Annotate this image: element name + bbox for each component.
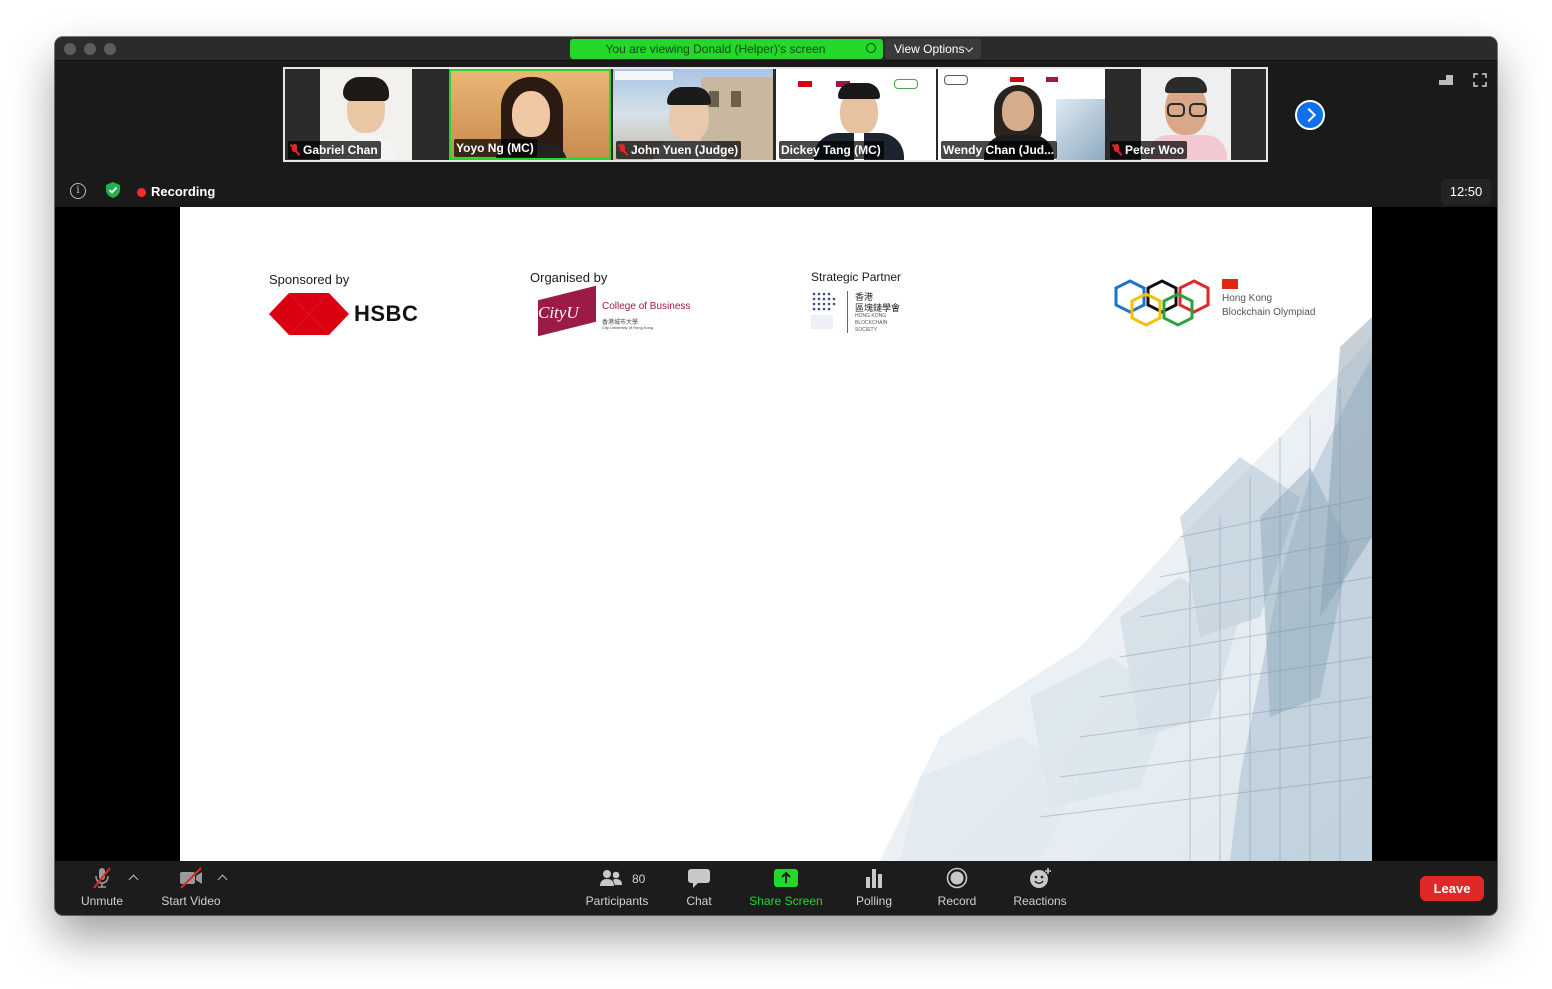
participants-count: 80 xyxy=(632,872,646,886)
zoom-window: You are viewing Donald (Helper)'s screen… xyxy=(55,37,1497,915)
fullscreen-icon[interactable] xyxy=(1472,73,1488,87)
share-screen-icon xyxy=(774,869,798,887)
participant-name-label: Gabriel Chan xyxy=(288,141,381,159)
partner-english-1: HONG KONG xyxy=(855,313,887,319)
participant-tile[interactable]: Yoyo Ng (MC) xyxy=(449,69,611,160)
record-icon xyxy=(946,867,968,889)
cityu-logo-text: CityU xyxy=(538,303,579,322)
unmute-button[interactable]: Unmute xyxy=(71,861,133,915)
participant-tile[interactable]: John Yuen (Judge) xyxy=(613,69,773,160)
close-window-button[interactable] xyxy=(64,43,76,55)
speaker-view-icon[interactable] xyxy=(1438,73,1454,87)
meeting-clock: 12:50 xyxy=(1441,179,1491,205)
participant-strip: Gabriel Chan Yoyo Ng (MC) John Yuen (Jud… xyxy=(283,67,1268,162)
record-label: Record xyxy=(937,894,977,908)
participant-tile[interactable]: Gabriel Chan xyxy=(285,69,447,160)
hk-flag-icon xyxy=(1222,279,1238,289)
share-screen-label: Share Screen xyxy=(749,894,823,908)
view-options-button[interactable]: View Options xyxy=(885,39,981,59)
start-video-label: Start Video xyxy=(161,894,221,908)
olympiad-line-1: Hong Kong xyxy=(1222,293,1273,304)
sponsored-by-label: Sponsored by xyxy=(269,272,350,287)
mic-muted-icon xyxy=(290,144,299,156)
reactions-label: Reactions xyxy=(1013,894,1067,908)
participant-name-label: Yoyo Ng (MC) xyxy=(454,139,537,157)
mic-muted-icon xyxy=(1112,144,1121,156)
participants-icon xyxy=(600,870,622,886)
participant-tile[interactable]: Wendy Chan (Jud... xyxy=(938,69,1105,160)
share-letterbox-left xyxy=(55,207,180,861)
info-icon[interactable]: i xyxy=(70,183,86,199)
participant-name-label: Peter Woo xyxy=(1110,141,1188,159)
recording-indicator-icon xyxy=(137,188,146,197)
chat-button[interactable]: Chat xyxy=(677,861,721,915)
organiser-unit: College of Business xyxy=(602,301,691,312)
participants-button[interactable]: 80 Participants xyxy=(579,861,655,915)
hsbc-hexagon-logo xyxy=(269,293,349,335)
participant-tile[interactable]: Peter Woo xyxy=(1107,69,1266,160)
mic-muted-icon xyxy=(93,867,111,889)
sponsor-name: HSBC xyxy=(354,301,419,326)
minimize-window-button[interactable] xyxy=(84,43,96,55)
polling-icon xyxy=(866,869,882,888)
participants-label: Participants xyxy=(585,894,649,908)
participant-name-label: Wendy Chan (Jud... xyxy=(941,141,1058,159)
banner-status-icon xyxy=(866,43,876,53)
viewing-screen-text: You are viewing Donald (Helper)'s screen xyxy=(605,42,826,56)
share-letterbox-right xyxy=(1372,207,1497,861)
partner-english-3: SOCIETY xyxy=(855,327,877,333)
olympiad-line-2: Blockchain Olympiad xyxy=(1222,307,1316,318)
record-button[interactable]: Record xyxy=(931,861,983,915)
olympiad-hexagons-logo xyxy=(1114,279,1210,327)
reactions-button[interactable]: Reactions xyxy=(1009,861,1071,915)
organiser-english: City University of Hong Kong xyxy=(602,325,654,330)
title-bar: You are viewing Donald (Helper)'s screen… xyxy=(55,37,1497,61)
next-page-icon[interactable] xyxy=(1295,100,1325,130)
meeting-toolbar: Unmute Start Video 80 Participants Chat … xyxy=(55,861,1497,915)
shield-icon[interactable] xyxy=(104,181,122,199)
leave-button[interactable]: Leave xyxy=(1420,876,1484,901)
building-artwork xyxy=(880,317,1372,861)
polling-label: Polling xyxy=(855,894,893,908)
viewing-screen-banner: You are viewing Donald (Helper)'s screen xyxy=(570,39,883,59)
unmute-label: Unmute xyxy=(80,894,124,908)
reactions-icon xyxy=(1030,868,1051,888)
cityu-logo: CityU xyxy=(530,285,596,337)
start-video-button[interactable]: Start Video xyxy=(155,861,227,915)
polling-button[interactable]: Polling xyxy=(849,861,899,915)
video-off-icon xyxy=(180,867,202,889)
partner-english-2: BLOCKCHAIN xyxy=(855,320,888,326)
shared-screen: Sponsored by HSBC Organised by CityU Col… xyxy=(180,207,1372,861)
participant-name-label: John Yuen (Judge) xyxy=(616,141,742,159)
chat-label: Chat xyxy=(686,894,712,908)
organised-by-label: Organised by xyxy=(530,270,608,285)
participant-name-label: Dickey Tang (MC) xyxy=(779,141,884,159)
view-options-label: View Options xyxy=(894,42,965,56)
chat-icon xyxy=(688,869,710,888)
mic-muted-icon xyxy=(618,144,627,156)
participant-tile[interactable]: Dickey Tang (MC) xyxy=(776,69,936,160)
hk-blockchain-society-logo xyxy=(811,292,836,329)
chevron-down-icon xyxy=(964,43,974,53)
share-screen-button[interactable]: Share Screen xyxy=(745,861,827,915)
zoom-window-button[interactable] xyxy=(104,43,116,55)
recording-label[interactable]: Recording xyxy=(151,184,215,199)
strategic-partner-label: Strategic Partner xyxy=(811,270,902,284)
